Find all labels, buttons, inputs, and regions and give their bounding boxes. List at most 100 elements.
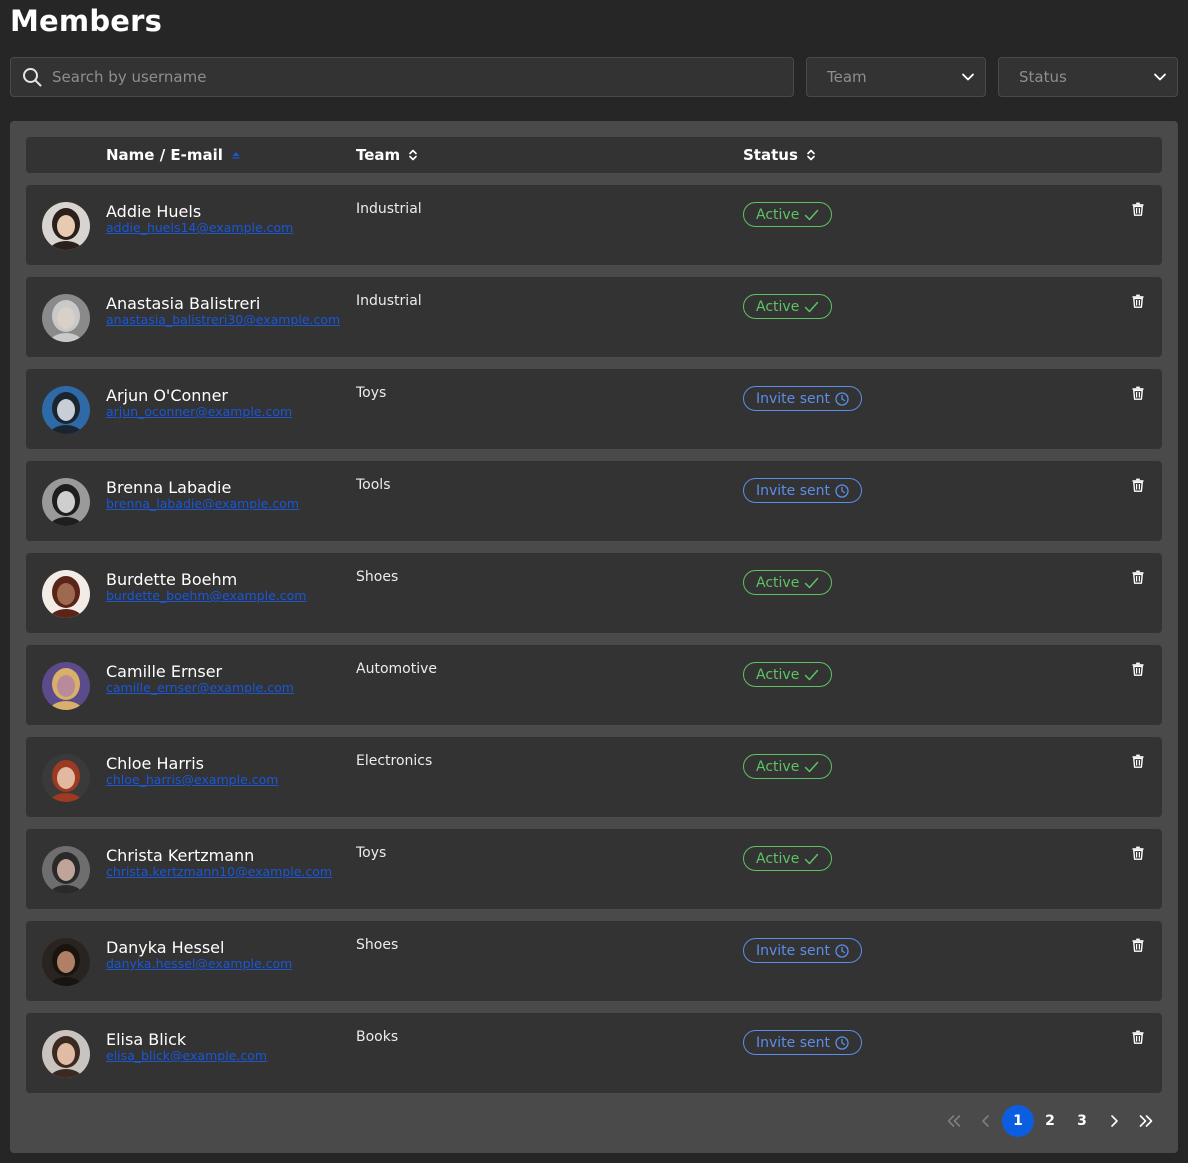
avatar-image [42, 386, 90, 434]
member-team: Toys [356, 385, 387, 401]
status-badge: Active [743, 754, 833, 779]
status-filter-select[interactable]: Status [998, 57, 1178, 97]
avatar-image [42, 570, 90, 618]
avatar-image [42, 846, 90, 894]
member-team: Tools [356, 477, 391, 493]
column-header-name[interactable]: Name / E-mail [106, 137, 241, 173]
member-name: Addie Huels [106, 202, 202, 221]
page-title: Members [10, 4, 163, 38]
member-email-link[interactable]: danyka.hessel@example.com [106, 956, 292, 971]
trash-icon [1132, 478, 1144, 492]
pagination: 1 2 3 [938, 1105, 1162, 1137]
status-badge-label: Invite sent [756, 1034, 830, 1051]
member-email-link[interactable]: camille_ernser@example.com [106, 680, 294, 695]
team-filter-select[interactable]: Team [806, 57, 986, 97]
delete-member-button[interactable] [1130, 477, 1146, 493]
search-input[interactable] [52, 68, 752, 86]
member-email-link[interactable]: brenna_labadie@example.com [106, 496, 299, 511]
status-badge: Active [743, 570, 833, 595]
search-icon [23, 68, 42, 87]
avatar [42, 386, 90, 434]
member-email-link[interactable]: anastasia_balistreri30@example.com [106, 312, 340, 327]
avatar-image [42, 1030, 90, 1078]
delete-member-button[interactable] [1130, 201, 1146, 217]
check-icon [805, 761, 819, 772]
delete-member-button[interactable] [1130, 753, 1146, 769]
column-header-team[interactable]: Team [356, 137, 418, 173]
previous-page-button[interactable] [970, 1105, 1002, 1137]
member-name: Arjun O'Conner [106, 386, 228, 405]
member-email-link[interactable]: addie_huels14@example.com [106, 220, 293, 235]
member-team: Toys [356, 845, 387, 861]
column-header-status[interactable]: Status [743, 137, 816, 173]
clock-icon [835, 483, 849, 498]
table-row[interactable]: Chloe Harris chloe_harris@example.com Elec… [26, 737, 1162, 817]
page-button-1[interactable]: 1 [1002, 1105, 1034, 1137]
column-header-team-label: Team [356, 146, 401, 164]
members-table-panel: Name / E-mail Team Status Addie Huels add… [10, 121, 1178, 1153]
sort-icon [807, 149, 815, 161]
member-email-link[interactable]: elisa_blick@example.com [106, 1048, 267, 1063]
trash-icon [1132, 662, 1144, 676]
avatar-image [42, 662, 90, 710]
avatar [42, 202, 90, 250]
table-row[interactable]: Danyka Hessel danyka.hessel@example.com Sh… [26, 921, 1162, 1001]
delete-member-button[interactable] [1130, 569, 1146, 585]
table-row[interactable]: Christa Kertzmann christa.kertzmann10@exa… [26, 829, 1162, 909]
status-badge: Active [743, 662, 833, 687]
status-badge-label: Active [756, 850, 800, 867]
delete-member-button[interactable] [1130, 937, 1146, 953]
next-page-button[interactable] [1098, 1105, 1130, 1137]
avatar-image [42, 754, 90, 802]
member-name: Burdette Boehm [106, 570, 238, 589]
status-badge: Active [743, 846, 833, 871]
double-chevron-right-icon [1139, 1115, 1153, 1127]
table-row[interactable]: Elisa Blick elisa_blick@example.com Books I… [26, 1013, 1162, 1093]
trash-icon [1132, 754, 1144, 768]
member-team: Shoes [356, 569, 399, 585]
status-badge: Invite sent [743, 938, 862, 963]
trash-icon [1132, 1030, 1144, 1044]
member-email-link[interactable]: chloe_harris@example.com [106, 772, 278, 787]
table-row[interactable]: Brenna Labadie brenna_labadie@example.com… [26, 461, 1162, 541]
member-team: Industrial [356, 293, 422, 309]
table-row[interactable]: Burdette Boehm burdette_boehm@example.com… [26, 553, 1162, 633]
page-button-3[interactable]: 3 [1066, 1105, 1098, 1137]
avatar [42, 754, 90, 802]
table-row[interactable]: Arjun O'Conner arjun_oconner@example.com T… [26, 369, 1162, 449]
table-header: Name / E-mail Team Status [26, 137, 1162, 173]
trash-icon [1132, 386, 1144, 400]
delete-member-button[interactable] [1130, 661, 1146, 677]
member-name: Brenna Labadie [106, 478, 232, 497]
status-badge-label: Invite sent [756, 482, 830, 499]
member-team: Electronics [356, 753, 433, 769]
search-box[interactable] [10, 57, 794, 97]
member-email-link[interactable]: arjun_oconner@example.com [106, 404, 292, 419]
trash-icon [1132, 570, 1144, 584]
table-row[interactable]: Addie Huels addie_huels14@example.com Indu… [26, 185, 1162, 265]
page-button-2[interactable]: 2 [1034, 1105, 1066, 1137]
member-name: Anastasia Balistreri [106, 294, 261, 313]
status-badge-label: Active [756, 298, 800, 315]
status-badge: Active [743, 202, 833, 227]
table-row[interactable]: Camille Ernser camille_ernser@example.com… [26, 645, 1162, 725]
member-email-link[interactable]: christa.kertzmann10@example.com [106, 864, 332, 879]
member-team: Books [356, 1029, 399, 1045]
delete-member-button[interactable] [1130, 385, 1146, 401]
member-email-link[interactable]: burdette_boehm@example.com [106, 588, 307, 603]
avatar-image [42, 294, 90, 342]
chevron-right-icon [1111, 1115, 1118, 1127]
first-page-button[interactable] [938, 1105, 970, 1137]
chevron-left-icon [982, 1115, 989, 1127]
avatar [42, 662, 90, 710]
status-badge: Invite sent [743, 386, 862, 411]
delete-member-button[interactable] [1130, 1029, 1146, 1045]
table-row[interactable]: Anastasia Balistreri anastasia_balistreri… [26, 277, 1162, 357]
member-team: Automotive [356, 661, 437, 677]
last-page-button[interactable] [1130, 1105, 1162, 1137]
delete-member-button[interactable] [1130, 845, 1146, 861]
delete-member-button[interactable] [1130, 293, 1146, 309]
status-badge: Invite sent [743, 478, 862, 503]
clock-icon [835, 1035, 849, 1050]
clock-icon [835, 391, 849, 406]
